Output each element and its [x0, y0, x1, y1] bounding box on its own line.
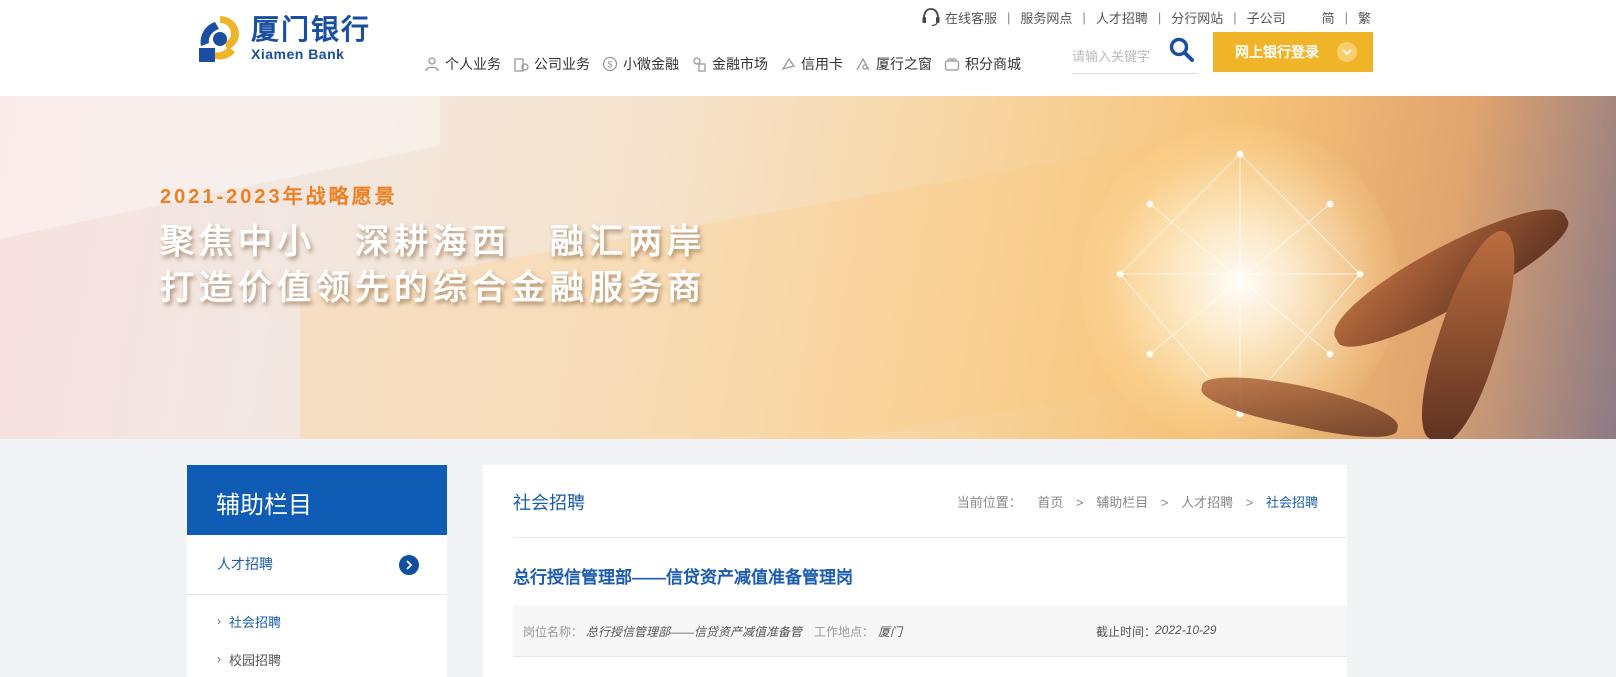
main-nav: 个人业务 公司业务 $ 小微金融 金融市场 信用卡 厦行之窗 积分商城 — [424, 54, 1033, 74]
nav-xiamen-window[interactable]: 厦行之窗 — [855, 54, 932, 74]
deadline-label: 截止时间： — [1096, 625, 1157, 639]
position-value: 总行授信管理部——信贷资产减值准备管 — [586, 625, 803, 639]
breadcrumb-separator: > — [1160, 495, 1169, 510]
top-links: 在线客服 | 服务网点 | 人才招聘 | 分行网站 | 子公司 简 | 繁 — [920, 7, 1371, 27]
headset-icon — [922, 8, 940, 27]
sidebar-item-social-recruitment[interactable]: › 社会招聘 — [187, 602, 447, 640]
nav-label: 公司业务 — [534, 56, 590, 72]
coin-icon: $ — [602, 56, 618, 72]
page-title: 社会招聘 — [513, 493, 585, 513]
location-label: 工作地点： — [814, 625, 875, 639]
job-meta-row: 岗位名称： 总行授信管理部——信贷资产减值准备管 工作地点： 厦门 截止时间： … — [513, 605, 1347, 657]
separator: | — [1233, 9, 1237, 25]
sidebar-title: 辅助栏目 — [187, 465, 447, 535]
logo-english-name: Xiamen Bank — [251, 46, 345, 62]
nav-label: 金融市场 — [712, 56, 768, 72]
divider — [513, 537, 1347, 538]
nav-micro-finance[interactable]: $ 小微金融 — [602, 54, 679, 74]
lang-traditional[interactable]: 繁 — [1358, 8, 1371, 27]
sidebar-section-label: 人才招聘 — [217, 556, 273, 572]
separator: | — [1344, 9, 1349, 25]
breadcrumb-careers[interactable]: 人才招聘 — [1181, 495, 1233, 510]
nav-corporate[interactable]: 公司业务 — [513, 54, 590, 74]
lang-simplified[interactable]: 简 — [1322, 8, 1335, 27]
nav-personal[interactable]: 个人业务 — [424, 54, 501, 74]
toplink-careers[interactable]: 人才招聘 — [1096, 8, 1148, 27]
toplink-branches[interactable]: 服务网点 — [1020, 8, 1072, 27]
sidebar: 辅助栏目 人才招聘 › 社会招聘 › 校园招聘 — [187, 465, 447, 677]
nav-points-mall[interactable]: 积分商城 — [944, 54, 1021, 74]
toplink-subsidiaries[interactable]: 子公司 — [1247, 8, 1286, 27]
chevron-right-icon: › — [217, 652, 221, 666]
card-icon — [781, 57, 796, 71]
search-icon[interactable] — [1168, 36, 1196, 64]
nav-label: 个人业务 — [445, 56, 501, 72]
chevron-right-icon — [399, 555, 419, 575]
nav-label: 小微金融 — [623, 56, 679, 72]
breadcrumb-separator: > — [1076, 495, 1084, 510]
chevron-right-icon: › — [217, 614, 221, 628]
bank-logo[interactable]: 厦门银行 Xiamen Bank — [195, 12, 371, 64]
breadcrumb-home[interactable]: 首页 — [1037, 495, 1063, 510]
site-header: 厦门银行 Xiamen Bank 在线客服 | 服务网点 | 人才招聘 | 分行… — [0, 0, 1616, 96]
deadline-value: 2022-10-29 — [1155, 623, 1217, 637]
banner-subtitle: 2021-2023年战略愿景 — [160, 186, 398, 208]
banner-headline-1: 聚焦中小 深耕海西 融汇两岸 — [160, 223, 706, 261]
window-icon — [856, 57, 870, 71]
nav-financial-market[interactable]: 金融市场 — [691, 54, 768, 74]
nav-label: 厦行之窗 — [876, 56, 932, 72]
location-value: 厦门 — [878, 625, 903, 639]
hero-banner[interactable]: 2021-2023年战略愿景 聚焦中小 深耕海西 融汇两岸 打造价值领先的综合金… — [0, 96, 1616, 439]
login-label: 网上银行登录 — [1235, 44, 1319, 60]
breadcrumb-current[interactable]: 社会招聘 — [1266, 495, 1318, 510]
logo-chinese-name: 厦门银行 — [251, 14, 372, 45]
separator: | — [1007, 9, 1011, 25]
separator: | — [1157, 9, 1162, 25]
breadcrumb: 当前位置： 首页 > 辅助栏目 > 人才招聘 > 社会招聘 — [957, 492, 1318, 511]
position-label: 岗位名称： — [523, 625, 584, 639]
breadcrumb-label: 当前位置： — [956, 495, 1022, 510]
market-icon — [693, 57, 706, 72]
chevron-down-icon — [1337, 42, 1357, 62]
banner-headline-2: 打造价值领先的综合金融服务商 — [160, 269, 706, 307]
xiamen-bank-logo-icon — [199, 16, 239, 62]
toplink-online-service[interactable]: 在线客服 — [945, 8, 997, 27]
sidebar-item-campus-recruitment[interactable]: › 校园招聘 — [187, 640, 447, 677]
separator: | — [1082, 9, 1086, 25]
search-input[interactable] — [1072, 38, 1172, 66]
toplink-branch-sites[interactable]: 分行网站 — [1171, 8, 1223, 27]
online-banking-login-button[interactable]: 网上银行登录 — [1213, 32, 1373, 72]
svg-text:$: $ — [607, 60, 612, 70]
sidebar-item-label: 社会招聘 — [229, 614, 282, 630]
main-content: 社会招聘 当前位置： 首页 > 辅助栏目 > 人才招聘 > 社会招聘 总行授信管… — [483, 465, 1347, 677]
breadcrumb-auxiliary[interactable]: 辅助栏目 — [1096, 495, 1148, 510]
sidebar-section-careers[interactable]: 人才招聘 — [187, 535, 447, 595]
person-icon — [425, 57, 439, 72]
job-title: 总行授信管理部——信贷资产减值准备管理岗 — [513, 568, 853, 587]
gift-icon — [944, 58, 960, 71]
nav-label: 积分商城 — [965, 56, 1021, 72]
nav-label: 信用卡 — [801, 56, 843, 72]
nav-credit-card[interactable]: 信用卡 — [780, 54, 843, 74]
breadcrumb-separator: > — [1245, 495, 1254, 510]
sidebar-item-label: 校园招聘 — [229, 652, 282, 668]
building-icon — [514, 58, 529, 72]
